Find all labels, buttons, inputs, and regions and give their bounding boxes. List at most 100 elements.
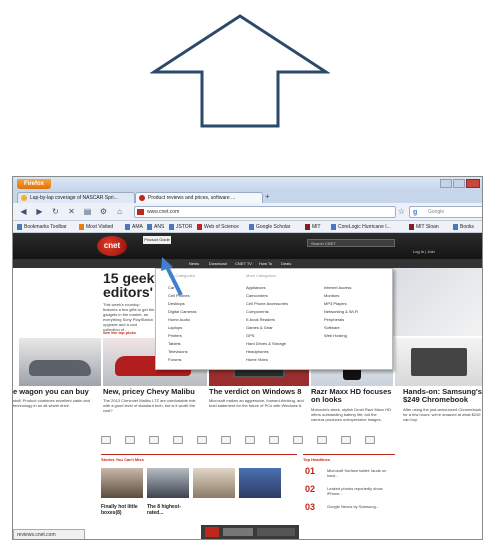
story-title[interactable]: Hands-on: Samsung's $249 Chromebook xyxy=(403,388,482,404)
dropdown-item[interactable]: Camcorders xyxy=(246,293,288,298)
pointer-arrow-icon xyxy=(161,257,183,296)
category-icon[interactable] xyxy=(125,436,135,444)
dropdown-item[interactable]: Internet Access xyxy=(324,285,358,290)
firefox-menu-button[interactable]: Firefox xyxy=(17,179,51,189)
close-icon[interactable] xyxy=(466,179,480,188)
dropdown-item[interactable]: Home Video xyxy=(246,357,288,362)
category-icon[interactable] xyxy=(149,436,159,444)
bookmark-item[interactable]: Google Scholar xyxy=(249,223,290,231)
category-icon[interactable] xyxy=(197,436,207,444)
category-icon[interactable] xyxy=(293,436,303,444)
bookmark-star-icon[interactable]: ☆ xyxy=(397,207,406,216)
window-controls[interactable] xyxy=(440,179,480,188)
bookmark-item[interactable]: Most Visited xyxy=(79,223,113,231)
dropdown-item[interactable]: Hard Drives & Storage xyxy=(246,341,288,346)
dropdown-item[interactable]: Tablets xyxy=(168,341,196,346)
thumb-caption[interactable]: The 8 highest-rated... xyxy=(147,504,191,516)
thumb-image[interactable] xyxy=(239,468,281,498)
see-picks-link[interactable]: See the top picks xyxy=(103,330,136,335)
bookmark-item[interactable]: CoreLogic Hurricane I... xyxy=(331,223,391,231)
story-image-car1 xyxy=(19,338,101,386)
history-icon[interactable]: ▤ xyxy=(83,207,92,216)
dropdown-item[interactable]: Televisions xyxy=(168,349,196,354)
bookmark-icon xyxy=(249,224,254,230)
subnav-item[interactable]: How To xyxy=(259,261,272,266)
category-icon[interactable] xyxy=(269,436,279,444)
dropdown-item[interactable]: Laptops xyxy=(168,325,196,330)
tab-strip: Lap-by-lap coverage of NASCAR Spri... Pr… xyxy=(13,191,482,203)
bookmark-item[interactable]: JSTOR xyxy=(169,223,192,231)
dropdown-item[interactable]: Digital Cameras xyxy=(168,309,196,314)
tab-cnet[interactable]: Product reviews and prices, software ... xyxy=(135,192,263,203)
subnav-item[interactable]: CNET TV xyxy=(235,261,252,266)
story-title[interactable]: The verdict on Windows 8 xyxy=(209,388,309,396)
settings-icon[interactable]: ⚙ xyxy=(99,207,108,216)
taskbar-item[interactable] xyxy=(257,528,295,536)
dropdown-item[interactable]: Desktops xyxy=(168,301,196,306)
bookmark-item[interactable]: Books xyxy=(453,223,474,231)
story-title[interactable]: e wagon you can buy xyxy=(13,388,101,396)
product-guide-button[interactable]: Product Guide xyxy=(143,236,171,244)
url-bar[interactable]: www.cnet.com xyxy=(134,206,396,218)
thumb-image[interactable] xyxy=(193,468,235,498)
status-bar: reviews.cnet.com xyxy=(13,529,85,539)
browser-search-input[interactable]: g Google xyxy=(409,206,482,218)
dropdown-item[interactable]: Networking & Wi-Fi xyxy=(324,309,358,314)
cnet-logo[interactable]: cnet xyxy=(97,236,127,256)
home-icon[interactable]: ⌂ xyxy=(115,207,124,216)
login-link[interactable]: Log In | Join xyxy=(413,249,435,254)
story-title[interactable]: Razr Maxx HD focuses on looks xyxy=(311,388,393,404)
category-icon[interactable] xyxy=(245,436,255,444)
story-title[interactable]: New, pricey Chevy Malibu xyxy=(103,388,207,396)
taskbar-item[interactable] xyxy=(223,528,253,536)
bookmark-item[interactable]: Web of Science xyxy=(197,223,239,231)
bookmark-item[interactable]: ANS xyxy=(147,223,164,231)
thumb-image[interactable] xyxy=(101,468,143,498)
subnav-item[interactable]: Download xyxy=(209,261,227,266)
subnav-item[interactable]: News xyxy=(189,261,199,266)
category-icon[interactable] xyxy=(341,436,351,444)
thumb-image[interactable] xyxy=(147,468,189,498)
minimize-icon[interactable] xyxy=(440,179,452,188)
category-icon[interactable] xyxy=(173,436,183,444)
reload-icon[interactable]: ↻ xyxy=(51,207,60,216)
new-tab-button[interactable]: + xyxy=(265,193,275,202)
dropdown-item[interactable]: MP3 Players xyxy=(324,301,358,306)
dropdown-item[interactable]: GPS xyxy=(246,333,288,338)
dropdown-item[interactable]: Home Audio xyxy=(168,317,196,322)
headline-text[interactable]: Google Nexus by Samsung... xyxy=(327,504,393,509)
bookmark-item[interactable]: AMA xyxy=(125,223,143,231)
bookmark-item[interactable]: MIT Sloan xyxy=(409,223,439,231)
category-icon[interactable] xyxy=(365,436,375,444)
dropdown-item[interactable]: Software xyxy=(324,325,358,330)
cnet-search-input[interactable]: Search CNET xyxy=(307,239,395,247)
bookmark-icon xyxy=(169,224,174,230)
back-icon[interactable]: ◀ xyxy=(19,207,28,216)
dropdown-item[interactable]: Forums xyxy=(168,357,196,362)
cnet-taskbar-icon[interactable] xyxy=(205,527,219,537)
dropdown-item[interactable]: Games & Gear xyxy=(246,325,288,330)
bookmark-item[interactable]: Bookmarks Toolbar xyxy=(17,223,67,231)
maximize-icon[interactable] xyxy=(453,179,465,188)
dropdown-item[interactable]: Peripherals xyxy=(324,317,358,322)
forward-icon[interactable]: ▶ xyxy=(35,207,44,216)
nascar-icon xyxy=(21,195,27,201)
dropdown-item[interactable]: Headphones xyxy=(246,349,288,354)
bookmark-item[interactable]: MIT xyxy=(305,223,321,231)
dropdown-item[interactable]: Monitors xyxy=(324,293,358,298)
dropdown-item[interactable]: Cell Phone Accessories xyxy=(246,301,288,306)
headline-text[interactable]: Leaked photos reportedly show iPhone... xyxy=(327,486,393,496)
stop-icon[interactable]: ✕ xyxy=(67,207,76,216)
headline-text[interactable]: Microsoft Surface tablet: lauds on hard.… xyxy=(327,468,393,478)
dropdown-item[interactable]: Web Hosting xyxy=(324,333,358,338)
category-icon[interactable] xyxy=(317,436,327,444)
thumb-caption[interactable]: Finally hot little boxes(8) xyxy=(101,504,145,516)
category-icon[interactable] xyxy=(221,436,231,444)
dropdown-item[interactable]: Appliances xyxy=(246,285,288,290)
dropdown-item[interactable]: E-book Readers xyxy=(246,317,288,322)
subnav-item[interactable]: Deals xyxy=(281,261,291,266)
dropdown-item[interactable]: Components xyxy=(246,309,288,314)
dropdown-item[interactable]: Printers xyxy=(168,333,196,338)
category-icon[interactable] xyxy=(101,436,111,444)
tab-nascar[interactable]: Lap-by-lap coverage of NASCAR Spri... xyxy=(17,192,135,203)
